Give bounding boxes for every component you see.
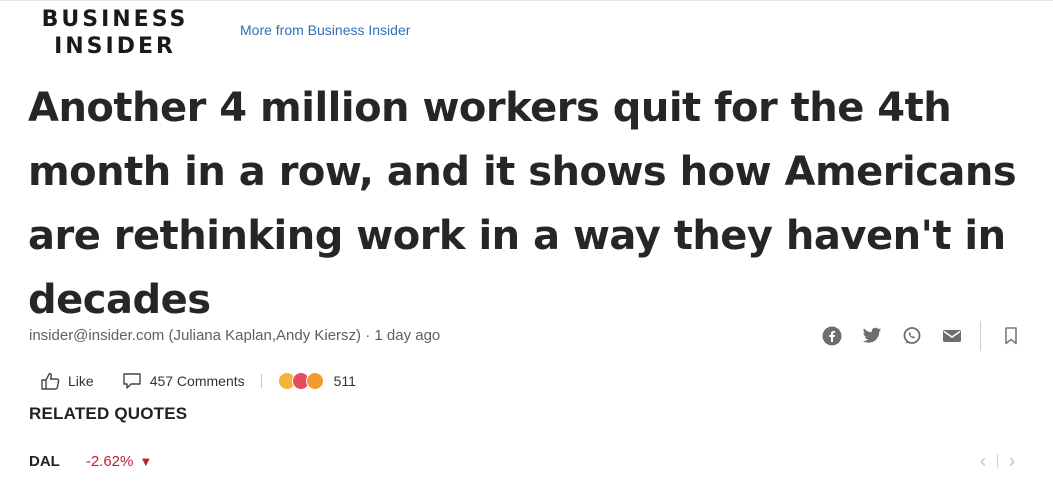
business-insider-logo[interactable]: BUSINESS INSIDER [30,6,200,60]
previous-arrow-icon[interactable]: ‹ [975,451,991,472]
engagement-bar: Like 457 Comments 511 [40,370,356,392]
more-from-link[interactable]: More from Business Insider [240,22,410,38]
like-button[interactable]: Like [40,372,94,390]
top-border [0,0,1053,1]
email-icon[interactable] [940,324,964,348]
pager-divider [997,454,998,468]
article-headline: Another 4 million workers quit for the 4… [28,85,1017,323]
thumbs-up-icon [41,372,60,390]
logo-line-1: BUSINESS [41,7,189,32]
down-arrow-icon: ▼ [139,453,153,469]
next-arrow-icon[interactable]: › [1004,451,1020,472]
bookmark-icon[interactable] [999,324,1023,348]
quote-ticker[interactable]: DAL [29,453,60,470]
quote-change: -2.62% [85,452,134,470]
reactions-summary[interactable]: 511 [277,372,356,390]
related-quotes-heading: RELATED QUOTES [29,404,188,423]
share-bar [820,321,1023,351]
comments-label: 457 Comments [149,373,245,389]
quotes-pager: ‹ › [975,450,1020,472]
facebook-icon[interactable] [820,324,844,348]
logo-line-2: INSIDER [54,34,176,59]
whatsapp-icon[interactable] [900,324,924,348]
share-divider [980,321,981,351]
angry-face-reaction-icon [305,372,324,390]
reactions-count: 511 [333,373,356,389]
actions-divider [260,374,262,388]
comments-button[interactable]: 457 Comments [122,372,245,390]
like-label: Like [68,373,94,389]
comment-icon [122,373,141,389]
quote-item[interactable]: DAL -2.62% ▼ [29,450,152,472]
twitter-icon[interactable] [860,324,884,348]
article-byline: insider@insider.com (Juliana Kaplan,Andy… [29,327,441,344]
